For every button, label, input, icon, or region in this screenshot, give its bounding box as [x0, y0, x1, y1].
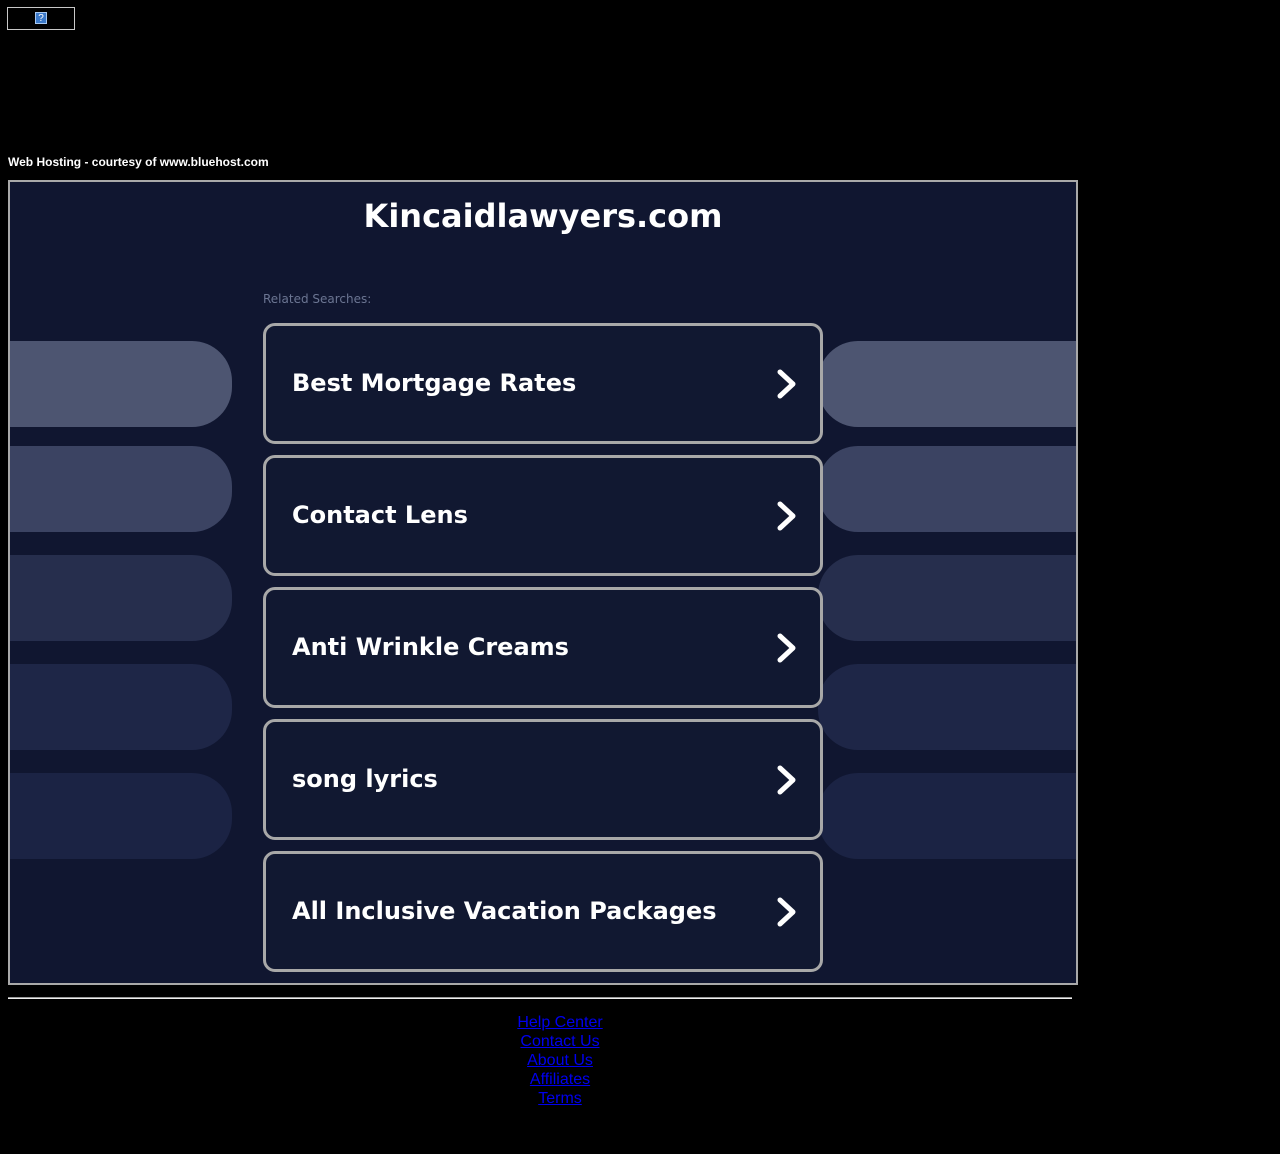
background-pill-left-4	[10, 664, 232, 750]
background-pill-right-2	[818, 446, 1076, 532]
footer-link-terms[interactable]: Terms	[8, 1089, 1112, 1108]
broken-image-icon: ?	[35, 12, 47, 24]
hosting-courtesy-text: Web Hosting - courtesy of www.bluehost.c…	[8, 155, 269, 169]
background-pill-right-4	[818, 664, 1076, 750]
chevron-right-icon	[777, 633, 796, 663]
search-link-label: All Inclusive Vacation Packages	[292, 897, 717, 925]
background-pill-right-5	[818, 773, 1076, 859]
search-link-song-lyrics[interactable]: song lyrics	[263, 719, 823, 840]
horizontal-rule	[8, 997, 1072, 999]
related-searches-label: Related Searches:	[263, 292, 372, 306]
chevron-right-icon	[777, 369, 796, 399]
footer-link-contact-us[interactable]: Contact Us	[8, 1032, 1112, 1051]
search-link-label: Contact Lens	[292, 501, 468, 529]
search-link-label: Anti Wrinkle Creams	[292, 633, 569, 661]
chevron-right-icon	[777, 765, 796, 795]
background-pill-right-1	[818, 341, 1076, 427]
footer-link-affiliates[interactable]: Affiliates	[8, 1070, 1112, 1089]
search-link-label: Best Mortgage Rates	[292, 369, 577, 397]
background-pill-left-5	[10, 773, 232, 859]
footer-link-about-us[interactable]: About Us	[8, 1051, 1112, 1070]
footer-links: Help Center Contact Us About Us Affiliat…	[8, 1013, 1112, 1108]
search-link-label: song lyrics	[292, 765, 438, 793]
chevron-right-icon	[777, 501, 796, 531]
broken-image-box: ?	[7, 7, 75, 30]
background-pill-left-3	[10, 555, 232, 641]
chevron-right-icon	[777, 897, 796, 927]
background-pill-right-3	[818, 555, 1076, 641]
site-title: Kincaidlawyers.com	[363, 197, 723, 235]
search-link-anti-wrinkle-creams[interactable]: Anti Wrinkle Creams	[263, 587, 823, 708]
search-link-all-inclusive-vacation-packages[interactable]: All Inclusive Vacation Packages	[263, 851, 823, 972]
search-link-contact-lens[interactable]: Contact Lens	[263, 455, 823, 576]
parked-domain-frame: Kincaidlawyers.com Related Searches: Bes…	[8, 180, 1078, 985]
background-pill-left-1	[10, 341, 232, 427]
footer-link-help-center[interactable]: Help Center	[8, 1013, 1112, 1032]
background-pill-left-2	[10, 446, 232, 532]
search-link-best-mortgage-rates[interactable]: Best Mortgage Rates	[263, 323, 823, 444]
